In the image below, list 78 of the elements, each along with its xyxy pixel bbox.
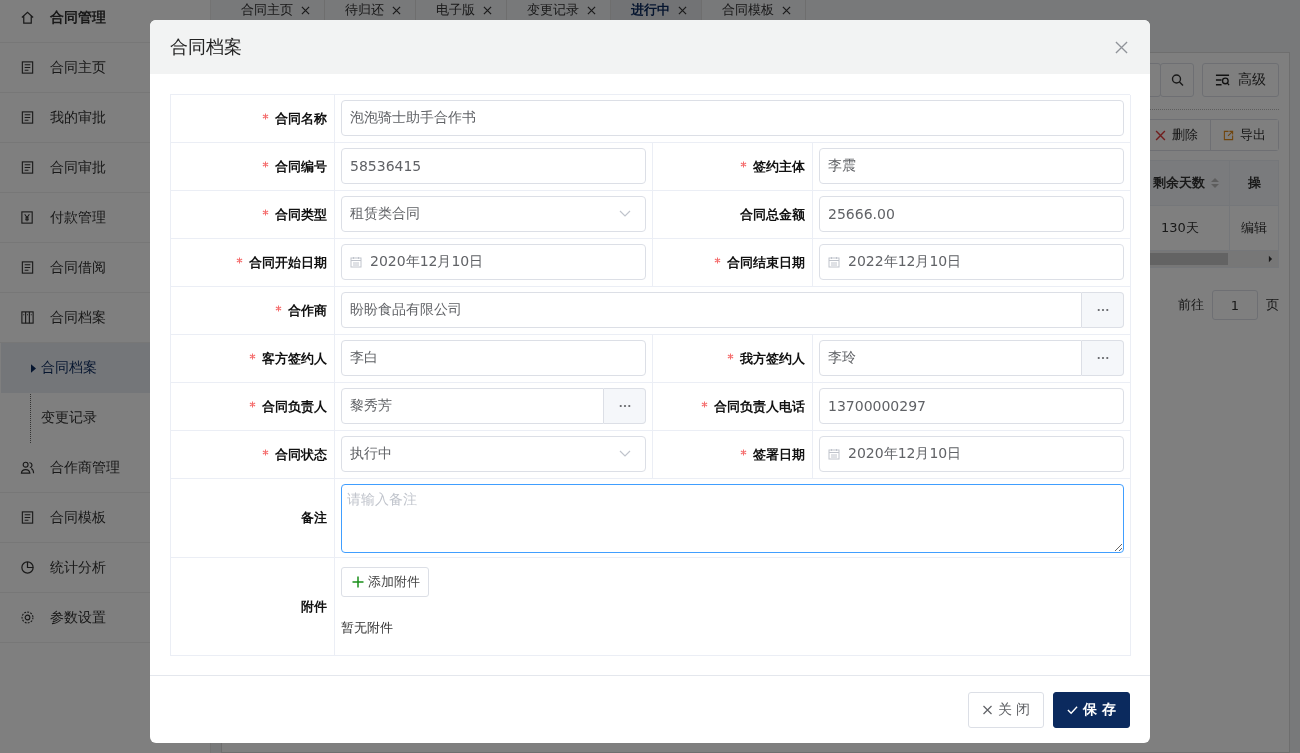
list-icon xyxy=(20,160,35,175)
date-field[interactable]: 2022年12月10日 xyxy=(819,244,1124,280)
save-button[interactable]: 保 存 xyxy=(1053,691,1130,728)
field-label: 合同结束日期 xyxy=(727,253,805,272)
field-label: 合同类型 xyxy=(275,205,327,224)
more-icon xyxy=(1096,308,1109,312)
gear-icon xyxy=(20,610,35,625)
chevron-down-icon xyxy=(619,210,631,218)
select-field[interactable]: 租赁类合同 xyxy=(341,196,646,232)
yen-icon xyxy=(20,210,35,225)
search-icon xyxy=(1169,73,1185,87)
text-field[interactable]: 13700000297 xyxy=(819,388,1124,424)
field-label: 合同名称 xyxy=(275,109,327,128)
checkmark-icon xyxy=(1067,704,1079,715)
users-icon xyxy=(20,460,35,475)
template-icon xyxy=(20,510,35,525)
close-button[interactable]: 关 闭 xyxy=(967,691,1045,728)
text-field[interactable]: 李白 xyxy=(341,340,646,376)
calendar-icon xyxy=(828,448,840,460)
filter-list-icon xyxy=(1215,73,1230,87)
edit-link[interactable]: 编辑 xyxy=(1230,206,1278,250)
field-label: 合同状态 xyxy=(275,445,327,464)
close-icon[interactable] xyxy=(587,6,596,15)
archive-icon xyxy=(20,310,35,325)
field-label: 签署日期 xyxy=(753,445,805,464)
text-field[interactable]: 李震 xyxy=(819,148,1124,184)
text-field[interactable]: 黎秀芳 xyxy=(341,388,604,424)
text-field[interactable]: 李玲 xyxy=(819,340,1082,376)
document-icon xyxy=(20,260,35,275)
add-attachment-button[interactable]: 添加附件 xyxy=(341,567,429,597)
close-icon[interactable] xyxy=(483,6,492,15)
field-label: 合同负责人 xyxy=(262,397,327,416)
field-label: 我方签约人 xyxy=(740,349,805,368)
text-field[interactable]: 25666.00 xyxy=(819,196,1124,232)
search-button[interactable] xyxy=(1160,63,1194,97)
date-field[interactable]: 2020年12月10日 xyxy=(819,436,1124,472)
caret-icon xyxy=(31,363,36,373)
close-icon[interactable] xyxy=(782,6,791,15)
calendar-icon xyxy=(350,256,362,268)
select-field[interactable]: 执行中 xyxy=(341,436,646,472)
field-label: 合同开始日期 xyxy=(249,253,327,272)
remark-field[interactable]: 请输入备注 xyxy=(341,484,1124,553)
caret-icon[interactable] xyxy=(1268,255,1273,263)
close-icon[interactable] xyxy=(678,6,687,15)
chevron-down-icon xyxy=(619,450,631,458)
plus-icon xyxy=(352,576,364,588)
pie-chart-icon xyxy=(20,560,35,575)
field-label: 客方签约人 xyxy=(262,349,327,368)
date-field[interactable]: 2020年12月10日 xyxy=(341,244,646,280)
text-field[interactable]: 盼盼食品有限公司 xyxy=(341,292,1082,328)
empty-attachment-text: 暂无附件 xyxy=(341,619,393,637)
field-label: 合同编号 xyxy=(275,157,327,176)
advanced-filter-button[interactable]: 高级 xyxy=(1202,63,1279,97)
export-button[interactable]: 导出 xyxy=(1210,120,1278,150)
column-header[interactable]: 操 xyxy=(1230,161,1278,205)
home-icon xyxy=(20,10,35,25)
close-icon xyxy=(1155,129,1166,141)
close-icon[interactable] xyxy=(392,6,401,15)
field-label: 合同总金额 xyxy=(740,205,805,224)
field-label: 备注 xyxy=(301,509,327,527)
calendar-icon xyxy=(828,256,840,268)
close-icon[interactable] xyxy=(301,6,310,15)
goto-label: 前往 xyxy=(1178,296,1204,314)
field-label: 签约主体 xyxy=(753,157,805,176)
more-icon xyxy=(618,404,631,408)
document-icon xyxy=(20,60,35,75)
more-icon xyxy=(1096,356,1109,360)
close-icon xyxy=(981,704,993,715)
field-label: 合作商 xyxy=(288,301,327,320)
export-icon xyxy=(1223,129,1234,141)
field-label: 附件 xyxy=(301,597,327,616)
approval-icon xyxy=(20,110,35,125)
text-field[interactable]: 泡泡骑士助手合作书 xyxy=(341,100,1124,136)
page-label: 页 xyxy=(1266,296,1279,314)
text-field[interactable]: 58536415 xyxy=(341,148,646,184)
field-label: 合同负责人电话 xyxy=(714,397,805,416)
close-icon[interactable] xyxy=(1115,40,1128,54)
page-input[interactable]: 1 xyxy=(1212,290,1258,320)
